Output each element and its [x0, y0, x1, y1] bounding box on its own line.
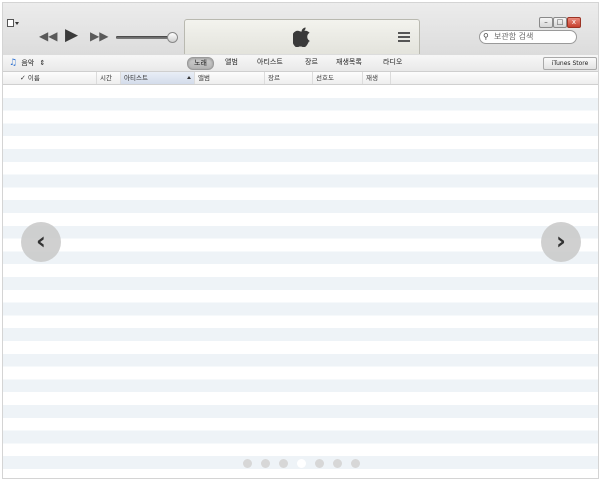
itunes-store-button[interactable]: iTunes Store [543, 57, 597, 70]
carousel-dot[interactable] [351, 459, 360, 468]
column-header-plays[interactable]: 재생 [363, 72, 391, 84]
library-label: 음악 [21, 59, 35, 67]
player-toolbar: ◀◀ ▶ ▶▶ – □ x ⚲ 보관함 검색 [3, 3, 598, 56]
minimize-button[interactable]: – [539, 17, 553, 28]
screenshot-frame: ◀◀ ▶ ▶▶ – □ x ⚲ 보관함 검색 ♫ 음악 ⇕ 노래 앨범 아티스트… [2, 2, 599, 479]
carousel-dot[interactable] [333, 459, 342, 468]
column-header-album[interactable]: 앨범 [195, 72, 265, 84]
list-view-icon[interactable] [398, 32, 410, 42]
library-search-input[interactable]: ⚲ 보관함 검색 [479, 30, 577, 44]
column-header-name[interactable]: ✓ 이름 [17, 72, 97, 84]
column-header-row: ✓ 이름 시간 아티스트 앨범 장르 선호도 재생 [3, 72, 598, 85]
carousel-dot-active[interactable] [297, 459, 306, 468]
apple-logo-icon [293, 27, 311, 47]
volume-slider[interactable] [116, 36, 173, 39]
fast-forward-icon[interactable]: ▶▶ [90, 30, 108, 42]
close-button[interactable]: x [567, 17, 581, 28]
column-header-genre[interactable]: 장르 [265, 72, 313, 84]
chevron-right-icon: › [556, 227, 566, 255]
rewind-icon[interactable]: ◀◀ [39, 30, 57, 42]
music-note-icon: ♫ [9, 58, 18, 68]
tab-radio[interactable]: 라디오 [383, 57, 402, 68]
checkbox-checked-icon[interactable]: ✓ [20, 72, 26, 84]
play-icon[interactable]: ▶ [65, 27, 78, 44]
carousel-next-button[interactable]: › [541, 222, 581, 262]
carousel-dot[interactable] [243, 459, 252, 468]
library-selector-arrows-icon: ⇕ [39, 59, 46, 67]
app-menu-button[interactable] [7, 19, 19, 27]
volume-slider-knob[interactable] [167, 32, 178, 43]
tab-playlists[interactable]: 재생목록 [336, 57, 362, 68]
carousel-dot[interactable] [279, 459, 288, 468]
column-header-artist[interactable]: 아티스트 [121, 72, 195, 84]
column-label-artist: 아티스트 [124, 74, 148, 82]
app-menu-icon [7, 19, 14, 27]
column-header-time[interactable]: 시간 [97, 72, 121, 84]
tab-artists[interactable]: 아티스트 [257, 57, 283, 68]
menu-chevron-down-icon [15, 22, 19, 25]
library-nav-bar: ♫ 음악 ⇕ 노래 앨범 아티스트 장르 재생목록 라디오 iTunes Sto… [3, 55, 598, 72]
maximize-button[interactable]: □ [553, 17, 567, 28]
search-placeholder: 보관함 검색 [494, 32, 534, 41]
chevron-left-icon: ‹ [36, 227, 46, 255]
search-icon: ⚲ [483, 32, 489, 41]
carousel-dot[interactable] [261, 459, 270, 468]
now-playing-display [184, 19, 420, 54]
tab-genres[interactable]: 장르 [305, 57, 318, 68]
column-label-name: 이름 [27, 74, 40, 82]
sort-ascending-icon [187, 76, 191, 79]
tab-songs[interactable]: 노래 [187, 57, 214, 70]
carousel-prev-button[interactable]: ‹ [21, 222, 61, 262]
song-list[interactable] [3, 85, 598, 478]
tab-albums[interactable]: 앨범 [225, 57, 238, 68]
carousel-dot[interactable] [315, 459, 324, 468]
library-selector[interactable]: ♫ 음악 ⇕ [9, 57, 45, 69]
column-header-rating[interactable]: 선호도 [313, 72, 363, 84]
